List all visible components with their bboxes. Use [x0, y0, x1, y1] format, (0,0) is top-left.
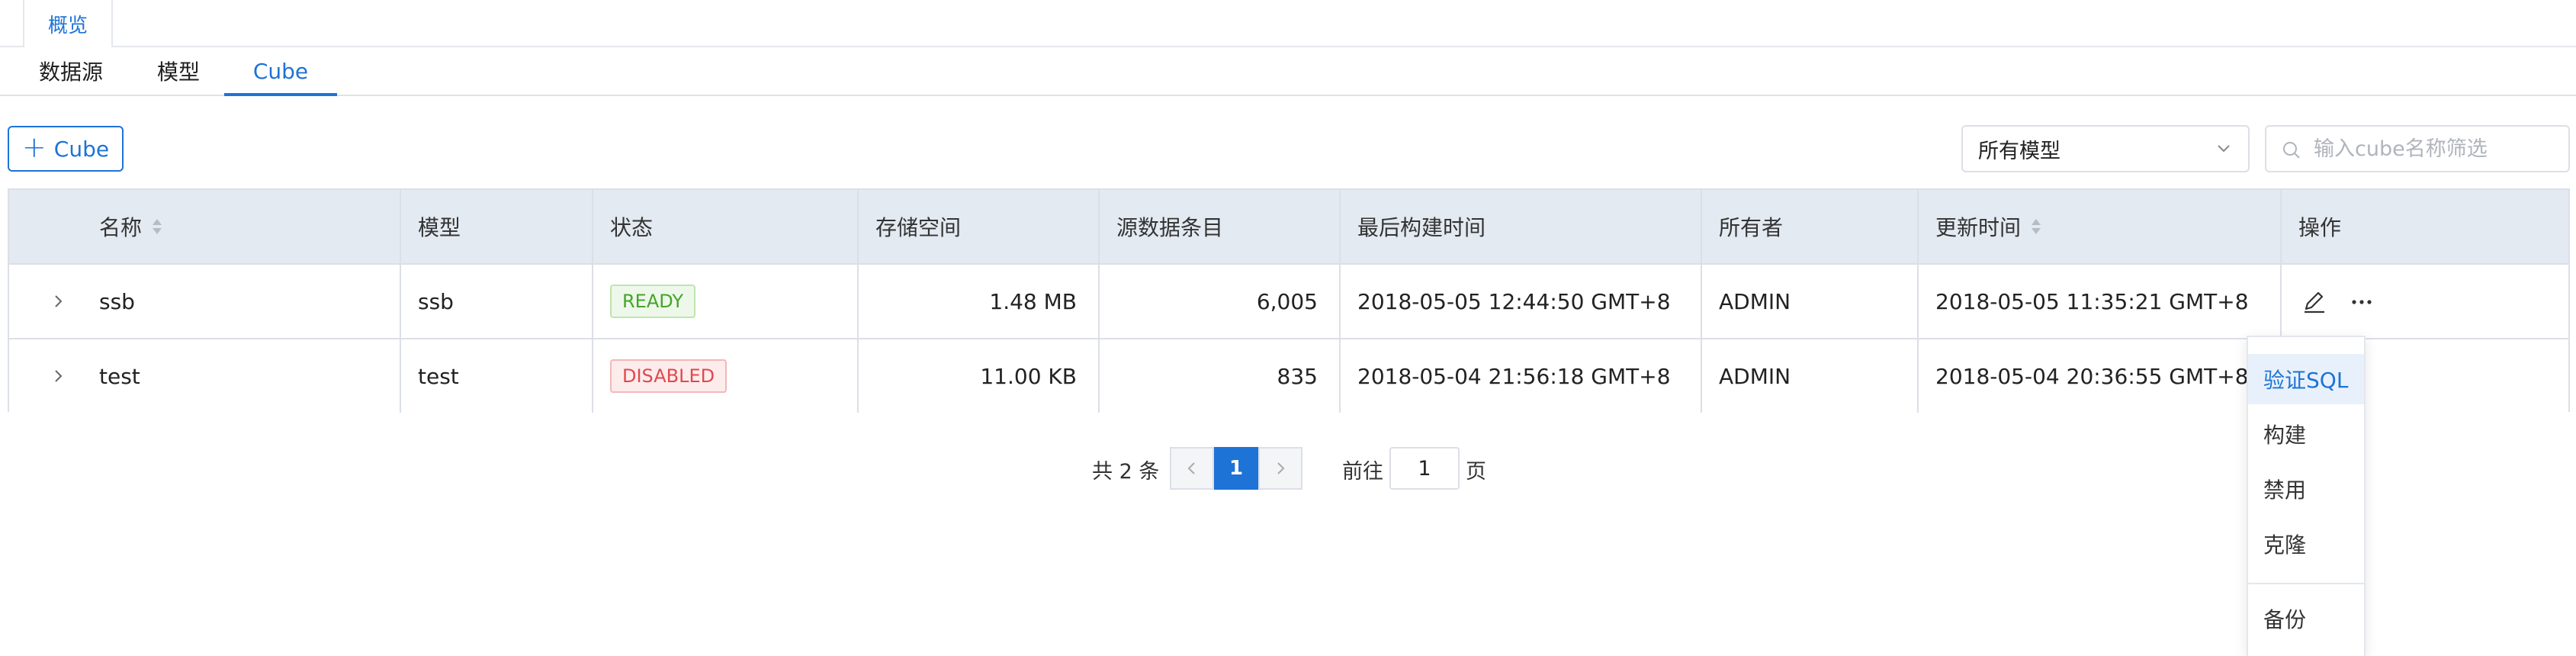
- cube-status: DISABLED: [610, 339, 728, 413]
- search-icon: [2283, 142, 2300, 159]
- menu-item-backup[interactable]: 备份: [2248, 593, 2364, 644]
- pagination-total: 共 2 条: [1092, 459, 1160, 484]
- goto-label: 前往: [1342, 459, 1383, 484]
- sort-icon[interactable]: [151, 217, 163, 236]
- menu-divider: [2248, 583, 2364, 584]
- page-number-current[interactable]: 1: [1214, 447, 1258, 490]
- cube-last-build: 2018-05-04 21:56:18 GMT+8: [1357, 363, 1671, 389]
- goto-unit: 页: [1466, 459, 1486, 484]
- status-badge: READY: [610, 285, 696, 318]
- table-header: 名称 模型 状态 存储空间 源数据条目 最后构建时间 所有者 更新时间 操作: [9, 190, 2568, 265]
- cube-updated: 2018-05-04 20:36:55 GMT+8: [1935, 363, 2249, 389]
- col-status-header: 状态: [610, 215, 654, 240]
- menu-item-clone[interactable]: 克隆: [2248, 519, 2364, 569]
- col-last-build-header: 最后构建时间: [1357, 215, 1486, 240]
- plus-icon: +: [21, 130, 47, 164]
- cube-storage: 1.48 MB: [989, 288, 1077, 314]
- sub-tab-bar: 数据源 模型 Cube: [0, 47, 2576, 96]
- cube-source-records: 835: [1277, 363, 1318, 389]
- cube-source-records: 6,005: [1256, 288, 1318, 314]
- cube-last-build: 2018-05-05 12:44:50 GMT+8: [1357, 288, 1671, 314]
- sort-icon[interactable]: [2030, 217, 2042, 236]
- add-cube-label: Cube: [53, 136, 110, 162]
- menu-item-validate-sql[interactable]: 验证SQL: [2248, 354, 2364, 404]
- col-source-records-header: 源数据条目: [1116, 215, 1224, 240]
- search-box: [2265, 125, 2570, 172]
- cube-name: ssb: [99, 288, 135, 314]
- tab-datasource[interactable]: 数据源: [37, 47, 105, 95]
- prev-page-button[interactable]: [1170, 447, 1214, 490]
- goto-page-input[interactable]: [1389, 447, 1460, 490]
- model-filter-select[interactable]: 所有模型: [1961, 125, 2250, 172]
- chevron-right-icon: [1277, 462, 1285, 474]
- col-name-header[interactable]: 名称: [99, 190, 163, 263]
- cube-table: 名称 模型 状态 存储空间 源数据条目 最后构建时间 所有者 更新时间 操作 s…: [8, 188, 2570, 413]
- col-model-header: 模型: [418, 215, 461, 240]
- tab-overview[interactable]: 概览: [23, 0, 113, 47]
- col-updated-header[interactable]: 更新时间: [1935, 190, 2042, 263]
- tab-cube[interactable]: Cube: [224, 47, 337, 96]
- menu-item-build[interactable]: 构建: [2248, 409, 2364, 459]
- cube-owner: ADMIN: [1719, 363, 1791, 389]
- cube-list-page: 概览 数据源 模型 Cube + Cube 所有模型 名称: [0, 0, 2576, 656]
- cube-name-search-input[interactable]: [2312, 136, 2559, 162]
- chevron-right-icon[interactable]: [49, 367, 67, 385]
- cube-model: test: [418, 363, 459, 389]
- col-actions-header: 操作: [2298, 215, 2342, 240]
- cube-name: test: [99, 363, 140, 389]
- model-filter-value: 所有模型: [1978, 139, 2060, 163]
- pencil-icon[interactable]: [2301, 289, 2327, 315]
- menu-item-disable[interactable]: 禁用: [2248, 464, 2364, 514]
- more-icon[interactable]: [2349, 289, 2375, 315]
- col-owner-header: 所有者: [1719, 215, 1784, 240]
- cube-status: READY: [610, 265, 696, 338]
- chevron-left-icon: [1187, 462, 1195, 474]
- table-row: ssb ssb READY 1.48 MB 6,005 2018-05-05 1…: [9, 265, 2568, 339]
- cube-model: ssb: [418, 288, 454, 314]
- chevron-down-icon: [2218, 145, 2230, 153]
- top-tab-bar: 概览: [0, 0, 2576, 47]
- cube-storage: 11.00 KB: [980, 363, 1077, 389]
- cube-updated: 2018-05-05 11:35:21 GMT+8: [1935, 288, 2249, 314]
- table-row: test test DISABLED 11.00 KB 835 2018-05-…: [9, 339, 2568, 413]
- chevron-right-icon[interactable]: [49, 292, 67, 310]
- tab-model[interactable]: 模型: [153, 47, 204, 95]
- status-badge: DISABLED: [610, 359, 728, 393]
- add-cube-button[interactable]: + Cube: [8, 126, 124, 172]
- next-page-button[interactable]: [1258, 447, 1302, 490]
- col-storage-header: 存储空间: [875, 215, 962, 240]
- cube-action-menu: 验证SQL 构建 禁用 克隆 备份: [2247, 336, 2366, 656]
- cube-owner: ADMIN: [1719, 288, 1791, 314]
